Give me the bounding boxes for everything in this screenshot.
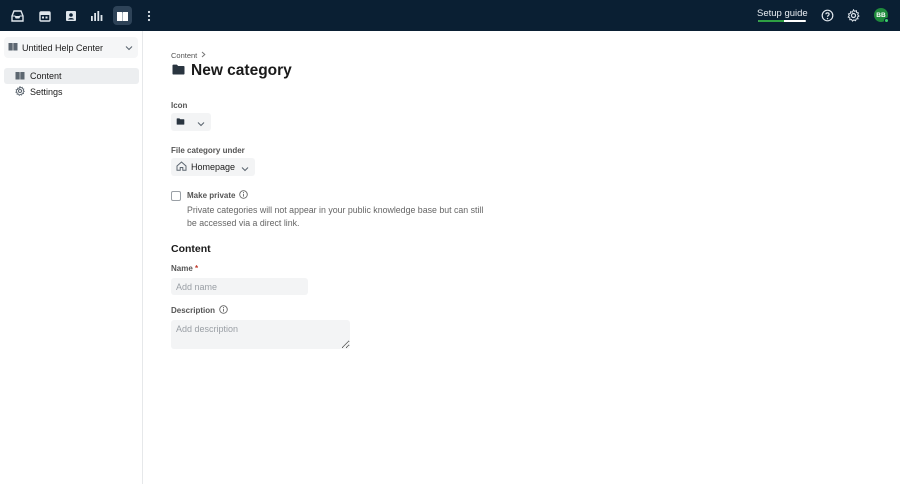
info-icon[interactable] bbox=[219, 305, 228, 316]
more-vertical-icon[interactable] bbox=[139, 6, 158, 25]
help-icon[interactable] bbox=[818, 6, 837, 25]
chevron-down-icon bbox=[197, 119, 205, 129]
info-icon[interactable] bbox=[239, 190, 249, 201]
description-label: Description bbox=[171, 306, 216, 315]
contacts-icon[interactable] bbox=[61, 6, 80, 25]
setup-guide-link[interactable]: Setup guide bbox=[757, 8, 808, 19]
chevron-down-icon bbox=[125, 43, 133, 53]
file-under-label: File category under bbox=[171, 146, 245, 155]
description-label-row: Description bbox=[171, 305, 228, 316]
folder-icon bbox=[172, 62, 185, 80]
home-icon bbox=[176, 161, 187, 173]
required-marker: * bbox=[195, 264, 199, 273]
inbox-icon[interactable] bbox=[8, 6, 27, 25]
book-icon bbox=[15, 71, 25, 82]
sidebar-item-content[interactable]: Content bbox=[4, 68, 139, 84]
sidebar-item-label: Settings bbox=[30, 87, 63, 97]
chevron-down-icon bbox=[241, 164, 249, 174]
icon-label: Icon bbox=[171, 101, 188, 110]
make-private-label: Make private bbox=[187, 191, 236, 200]
file-under-value: Homepage bbox=[191, 162, 236, 172]
chevron-right-icon bbox=[201, 51, 206, 60]
make-private-checkbox[interactable] bbox=[171, 191, 181, 201]
icon-selector[interactable] bbox=[171, 113, 211, 131]
help-center-selector[interactable]: Untitled Help Center bbox=[4, 37, 138, 58]
gear-icon bbox=[15, 85, 25, 98]
page-title: New category bbox=[191, 62, 292, 79]
main-content: Content New category Icon File category … bbox=[143, 31, 900, 484]
page-header: New category bbox=[172, 62, 292, 80]
top-bar: Setup guide BB bbox=[0, 0, 900, 31]
breadcrumb-link-content[interactable]: Content bbox=[171, 51, 197, 60]
sidebar: Untitled Help Center Content Settings bbox=[0, 31, 143, 484]
content-section-title: Content bbox=[171, 243, 211, 255]
description-textarea[interactable] bbox=[171, 320, 350, 349]
file-under-selector[interactable]: Homepage bbox=[171, 158, 255, 176]
help-center-name: Untitled Help Center bbox=[22, 42, 104, 53]
online-status-dot bbox=[884, 18, 889, 23]
name-input[interactable] bbox=[171, 278, 308, 295]
make-private-description: Private categories will not appear in yo… bbox=[187, 205, 484, 228]
make-private-label-row: Make private bbox=[187, 190, 249, 201]
name-label-text: Name bbox=[171, 264, 193, 273]
knowledge-base-icon[interactable] bbox=[113, 6, 132, 25]
folder-icon bbox=[176, 117, 185, 127]
reports-icon[interactable] bbox=[87, 6, 106, 25]
gear-icon[interactable] bbox=[844, 6, 863, 25]
calendar-icon[interactable] bbox=[35, 6, 54, 25]
setup-progress-fill bbox=[758, 20, 785, 22]
sidebar-item-label: Content bbox=[30, 71, 62, 81]
book-icon bbox=[8, 42, 18, 53]
sidebar-item-settings[interactable]: Settings bbox=[4, 84, 139, 100]
setup-progress-bar bbox=[758, 20, 806, 22]
name-label: Name * bbox=[171, 264, 198, 273]
breadcrumb: Content bbox=[171, 51, 206, 60]
